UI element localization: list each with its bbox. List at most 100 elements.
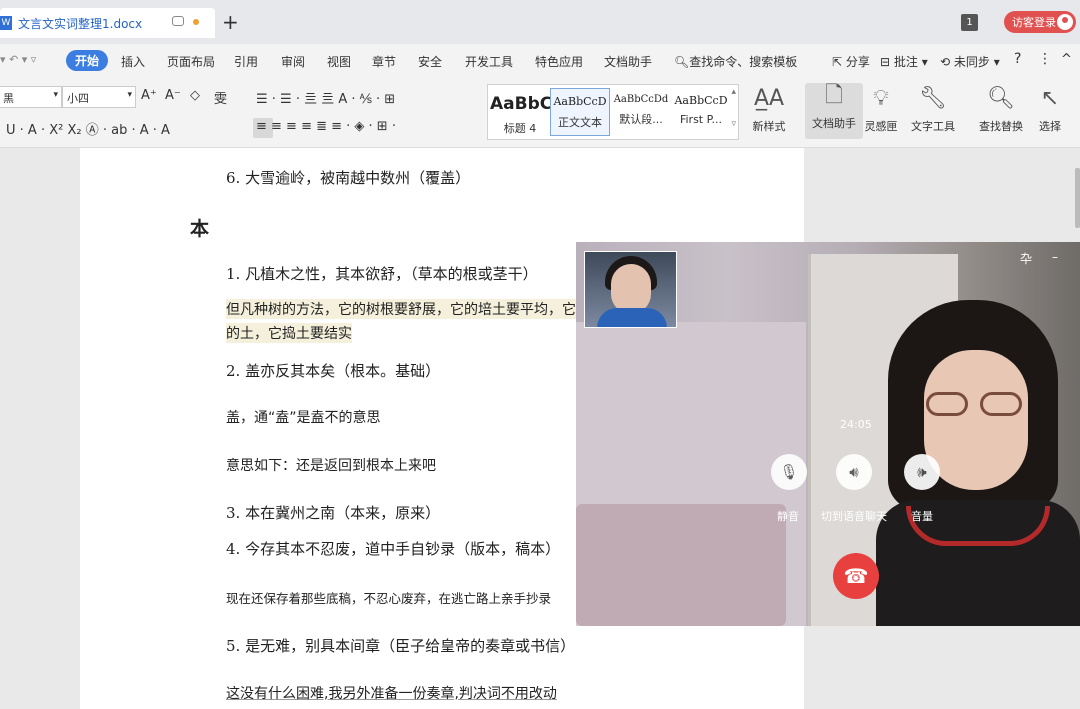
- collapse-ribbon-icon[interactable]: ^: [1061, 52, 1072, 67]
- style-first-paragraph[interactable]: AaBbCcD First P...: [671, 88, 731, 136]
- window-count-badge[interactable]: 1: [961, 14, 978, 31]
- search-icon: 🔍︎: [987, 86, 1015, 111]
- highlighted-line: 但凡种树的方法，它的树根要舒展，它的培土要平均，它根下的: [226, 299, 618, 319]
- document-line: 5. 是无难，别具本间章（臣子给皇帝的奏章或书信）: [226, 637, 576, 655]
- character-format-group[interactable]: U · A · X² X₂ Ⓐ · ab · A · A: [6, 119, 170, 138]
- document-tab[interactable]: W 文言文实词整理1.docx: [0, 8, 215, 38]
- tab-chapter[interactable]: 章节: [372, 53, 396, 70]
- font-name-select[interactable]: 黑 ▾: [0, 86, 62, 108]
- style-sample: AaBbCcDd: [613, 94, 669, 105]
- gallery-expand-icon[interactable]: ▿: [731, 119, 736, 129]
- video-call-window[interactable]: 卆 – 24:05 🎙︎ 🔊︎ 🕪︎ 静音 切到语音聊天 音量 ☎︎: [576, 242, 1080, 626]
- sync-icon: ⟲: [940, 55, 954, 69]
- tab-security[interactable]: 安全: [418, 53, 442, 70]
- new-style-icon: A̲A: [753, 86, 785, 111]
- section-heading: 本: [190, 218, 210, 240]
- font-name-value: 黑: [3, 92, 14, 105]
- tab-view[interactable]: 视图: [327, 53, 351, 70]
- document-line: 盖，通“盍”是盍不的意思: [226, 410, 381, 426]
- inspiration-label: 灵感匣: [864, 120, 898, 133]
- highlighted-line: 的土，它捣土要结实: [226, 323, 352, 343]
- find-replace-label: 查找替换: [979, 120, 1023, 133]
- inspiration-button[interactable]: 💡︎ 灵感匣: [852, 86, 910, 134]
- document-line: 意思如下：还是返回到根本上来吧: [226, 458, 436, 474]
- text-tools-label: 文字工具: [911, 120, 955, 133]
- fullscreen-icon[interactable]: 卆: [1020, 250, 1032, 267]
- mute-label: 静音: [777, 510, 799, 523]
- font-size-select[interactable]: 小四 ▾: [62, 86, 136, 108]
- self-preview-video[interactable]: [584, 251, 677, 328]
- wrench-icon: 🔧︎: [919, 86, 947, 111]
- alignment-group[interactable]: ≡ ≡ ≡ ≡ ≣ ≡ · ◈ · ⊞ ·: [256, 119, 396, 134]
- tab-page-layout[interactable]: 页面布局: [167, 53, 215, 70]
- phone-hangup-icon: ☎︎: [843, 564, 869, 588]
- comment-label: 批注: [893, 55, 918, 69]
- switch-voice-button[interactable]: 🔊︎: [836, 454, 872, 490]
- volume-button[interactable]: 🕪︎: [904, 454, 940, 490]
- guest-login-button[interactable]: 访客登录: [1004, 11, 1076, 33]
- style-sample: AaBbC: [490, 94, 550, 114]
- style-heading-4[interactable]: AaBbC 标题 4: [490, 88, 550, 136]
- writer-doc-icon: W: [0, 16, 12, 30]
- tab-home[interactable]: 开始: [66, 50, 108, 71]
- tab-review[interactable]: 审阅: [281, 53, 305, 70]
- tab-references[interactable]: 引用: [234, 53, 258, 70]
- shrink-font-icon[interactable]: A⁻: [165, 88, 181, 103]
- comment-icon: ⊟: [880, 55, 894, 69]
- style-body-text[interactable]: AaBbCcD 正文文本: [550, 88, 610, 136]
- document-line: 现在还保存着那些底稿，不忍心废弃，在逃亡路上亲手抄录: [226, 591, 552, 606]
- select-button[interactable]: ↖ 选择: [1025, 86, 1075, 134]
- new-tab-button[interactable]: +: [222, 10, 239, 34]
- call-timer: 24:05: [840, 418, 872, 431]
- share-icon: ⇱: [832, 55, 846, 69]
- style-name: 标题 4: [503, 122, 537, 135]
- menu-bar: ▾ ↶ ▾ ▿ 开始 插入 页面布局 引用 审阅 视图 章节 安全 开发工具 特…: [0, 44, 1080, 78]
- text-tools-button[interactable]: 🔧︎ 文字工具: [904, 86, 962, 134]
- chevron-down-icon: ▾: [989, 55, 1000, 69]
- document-line: 2. 盖亦反其本矣（根本。基础）: [226, 362, 441, 380]
- select-label: 选择: [1039, 120, 1061, 133]
- self-face: [611, 264, 651, 314]
- self-body: [597, 308, 667, 327]
- style-gallery: AaBbC 标题 4 AaBbCcD 正文文本 AaBbCcDd 默认段... …: [487, 84, 739, 140]
- volume-label: 音量: [911, 510, 933, 523]
- document-line: 这没有什么困难,我另外准备一份奏章,判决词不用改动: [226, 686, 557, 702]
- new-style-button[interactable]: A̲A 新样式: [740, 86, 798, 134]
- cursor-arrow-icon: ↖: [1040, 86, 1060, 111]
- clear-format-icon[interactable]: ◇: [190, 88, 200, 103]
- vertical-scrollbar[interactable]: [1075, 168, 1080, 228]
- style-sample: AaBbCcD: [553, 95, 607, 108]
- command-search[interactable]: 🔍︎查找命令、搜索模板: [674, 53, 797, 70]
- style-name: First P...: [679, 113, 723, 126]
- title-tab-bar: W 文言文实词整理1.docx + 1 访客登录: [0, 0, 1080, 44]
- gallery-scroll-up-icon[interactable]: ▴: [731, 87, 736, 97]
- share-button[interactable]: ⇱ 分享: [832, 53, 870, 70]
- style-name: 正文文本: [558, 116, 602, 129]
- more-icon[interactable]: ⋮: [1038, 51, 1052, 67]
- voice-chat-icon: 🔊︎: [849, 463, 859, 481]
- help-icon[interactable]: ?: [1014, 51, 1021, 67]
- sync-status-button[interactable]: ⟲ 未同步 ▾: [940, 53, 1000, 70]
- tab-doc-assistant[interactable]: 文档助手: [604, 53, 652, 70]
- tab-insert[interactable]: 插入: [121, 53, 145, 70]
- style-name: 默认段...: [619, 113, 663, 126]
- microphone-icon: 🎙︎: [779, 463, 799, 481]
- document-line: 6. 大雪逾岭，被南越中数州（覆盖）: [226, 169, 471, 187]
- phonetic-guide-icon[interactable]: 雯: [214, 88, 227, 107]
- grow-font-icon[interactable]: A⁺: [141, 88, 157, 103]
- list-and-paragraph-group[interactable]: ☰ · ☰ · 亖 亖 A · ⅍ · ⊞: [256, 88, 395, 107]
- tab-developer[interactable]: 开发工具: [465, 53, 513, 70]
- command-search-placeholder: 查找命令、搜索模板: [689, 55, 798, 69]
- speaker-icon: 🕪︎: [917, 463, 927, 481]
- tab-features[interactable]: 特色应用: [535, 53, 583, 70]
- style-default-paragraph[interactable]: AaBbCcDd 默认段...: [611, 88, 671, 136]
- hang-up-button[interactable]: ☎︎: [833, 553, 879, 599]
- minimize-icon[interactable]: –: [1052, 250, 1058, 264]
- guest-login-label: 访客登录: [1012, 16, 1056, 29]
- find-replace-button[interactable]: 🔍︎ 查找替换: [972, 86, 1030, 134]
- remote-participant-video: [876, 270, 1080, 626]
- cloud-save-icon[interactable]: [172, 16, 184, 26]
- quick-access-toolbar[interactable]: ▾ ↶ ▾ ▿: [0, 53, 36, 66]
- mute-button[interactable]: 🎙︎: [771, 454, 807, 490]
- comment-button[interactable]: ⊟ 批注 ▾: [880, 53, 928, 70]
